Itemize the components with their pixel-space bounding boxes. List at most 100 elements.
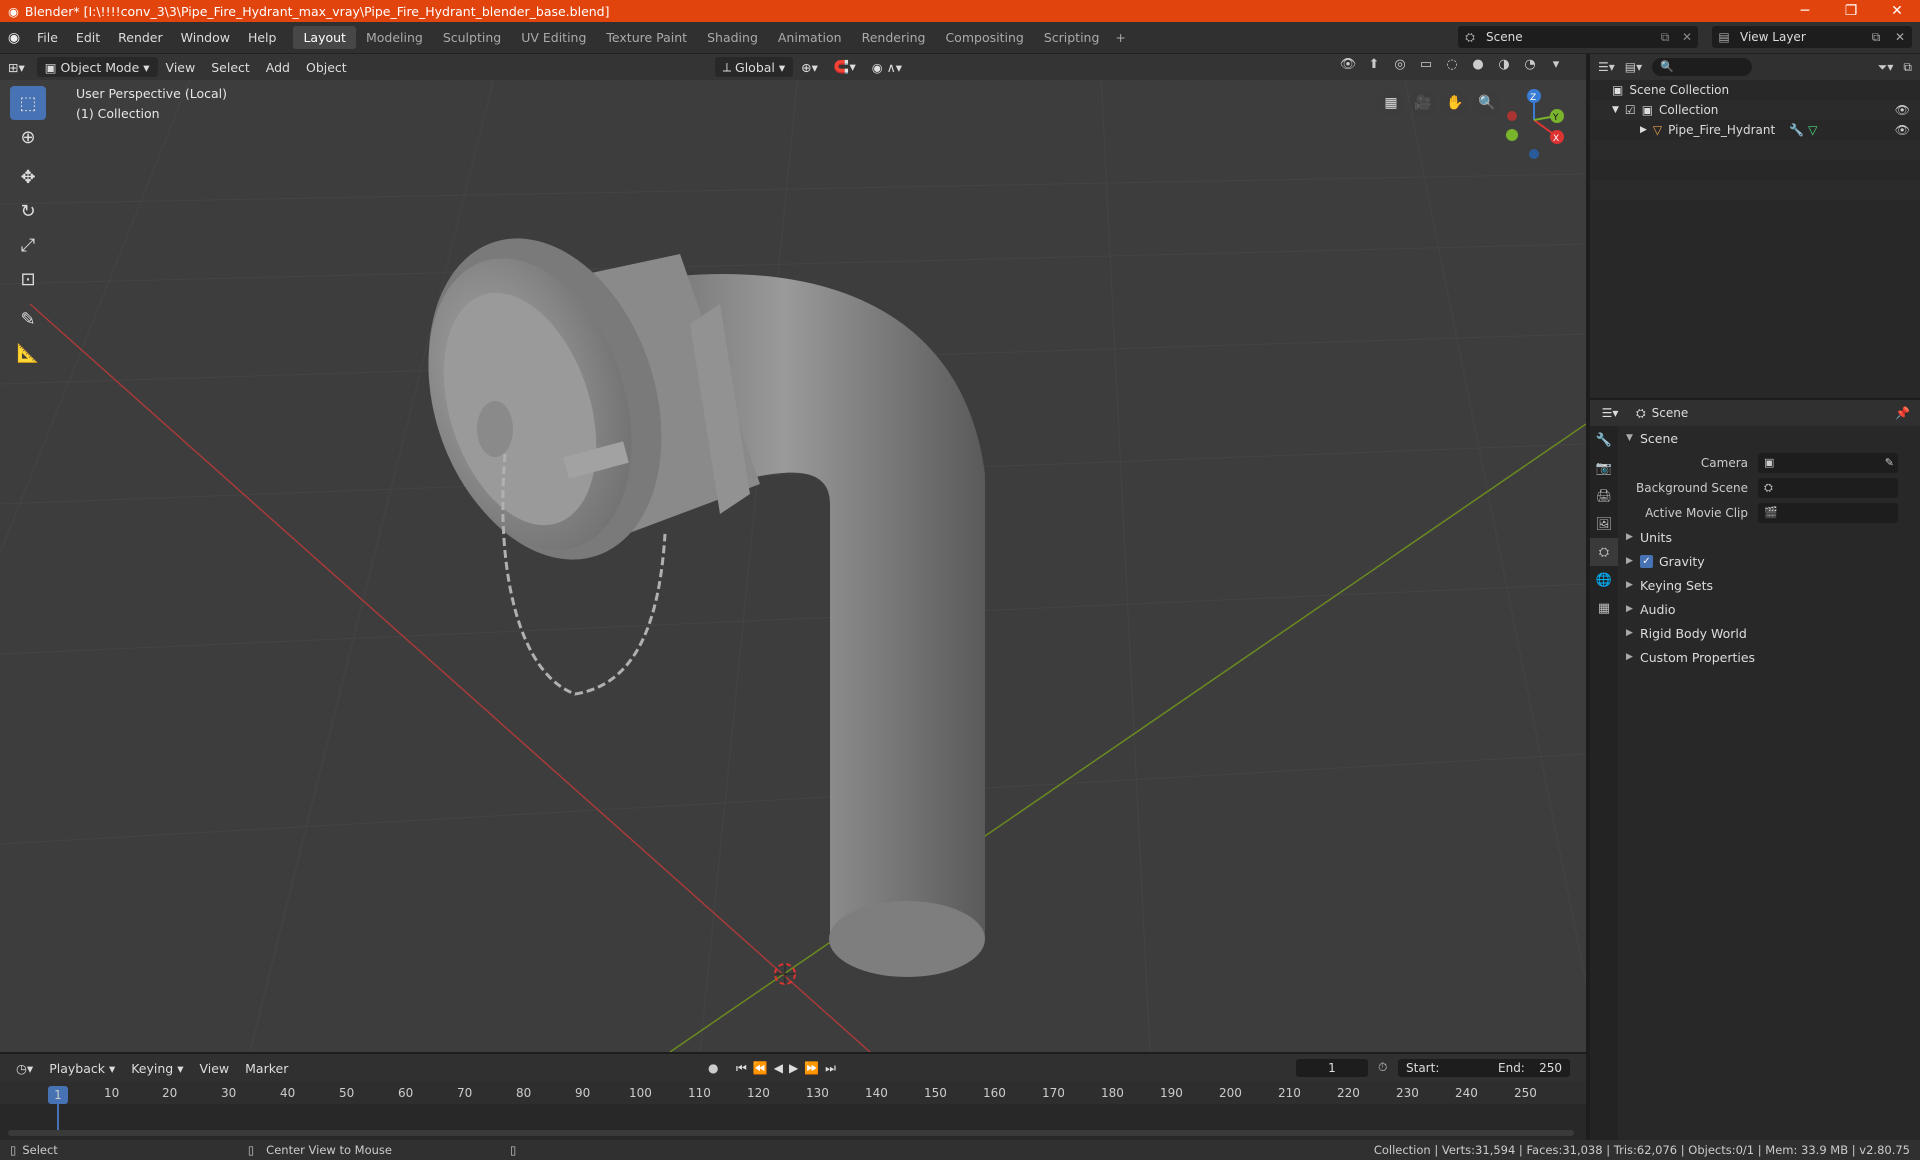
tab-sculpting[interactable]: Sculpting bbox=[433, 26, 511, 49]
pin-icon[interactable]: 📌 bbox=[1895, 406, 1910, 420]
blender-menu-icon[interactable]: ◉ bbox=[0, 30, 28, 46]
navigation-gizmo[interactable]: Z X Y bbox=[1506, 89, 1564, 159]
tool-tab-icon[interactable]: 🔧 bbox=[1590, 426, 1618, 454]
overlay-toggle-icon[interactable]: ◎ bbox=[1390, 57, 1410, 72]
rotate-tool-icon[interactable]: ↻ bbox=[10, 194, 46, 228]
menu-keying[interactable]: Keying ▾ bbox=[123, 1061, 191, 1076]
editor-type-icon[interactable]: ⊞▾ bbox=[0, 57, 33, 77]
menu-object[interactable]: Object bbox=[298, 57, 355, 77]
wireframe-shading-icon[interactable]: ◌ bbox=[1442, 57, 1462, 72]
menu-render[interactable]: Render bbox=[109, 30, 172, 45]
solid-shading-icon[interactable]: ● bbox=[1468, 57, 1488, 72]
menu-view[interactable]: View bbox=[158, 57, 204, 77]
collection-checkbox[interactable]: ☑ bbox=[1625, 103, 1636, 117]
object-visibility-icon[interactable]: 👁 bbox=[1895, 123, 1910, 137]
gravity-checkbox[interactable]: ✓ bbox=[1640, 554, 1653, 568]
visibility-icon[interactable]: 👁 bbox=[1338, 57, 1358, 72]
viewport-canvas[interactable]: Z X Y bbox=[0, 54, 1586, 1052]
pan-view-icon[interactable]: ✋ bbox=[1442, 90, 1468, 116]
menu-file[interactable]: File bbox=[28, 30, 67, 45]
menu-edit[interactable]: Edit bbox=[67, 30, 109, 45]
custom-properties-panel-header[interactable]: ▶ Custom Properties bbox=[1620, 645, 1918, 669]
transform-orientation-dropdown[interactable]: ⟂ Global ▾ bbox=[714, 57, 794, 77]
minimize-button[interactable]: ─ bbox=[1782, 0, 1828, 22]
new-scene-icon[interactable]: ⧉ bbox=[1654, 30, 1676, 45]
delete-view-layer-icon[interactable]: ✕ bbox=[1888, 30, 1912, 44]
outliner-collection-row[interactable]: ▼ ☑ ▣ Collection 👁 bbox=[1590, 100, 1920, 120]
tab-compositing[interactable]: Compositing bbox=[935, 26, 1033, 49]
modifier-icon[interactable]: 🔧 bbox=[1789, 123, 1804, 137]
world-tab-icon[interactable]: 🌐 bbox=[1590, 566, 1618, 594]
add-workspace-button[interactable]: + bbox=[1109, 26, 1131, 49]
tab-uv-editing[interactable]: UV Editing bbox=[511, 26, 596, 49]
toggle-ortho-icon[interactable]: ▦ bbox=[1378, 90, 1404, 116]
zoom-view-icon[interactable]: 🔍 bbox=[1474, 90, 1500, 116]
tab-shading[interactable]: Shading bbox=[697, 26, 768, 49]
shading-options-icon[interactable]: ▾ bbox=[1546, 57, 1566, 72]
expand-arrow-icon[interactable]: ▶ bbox=[1640, 125, 1647, 135]
tab-scripting[interactable]: Scripting bbox=[1034, 26, 1110, 49]
preview-range-icon[interactable]: ⏱ bbox=[1378, 1060, 1387, 1075]
camera-field[interactable]: ▣ ✎ bbox=[1758, 452, 1898, 473]
tab-modeling[interactable]: Modeling bbox=[356, 26, 433, 49]
outliner-search-input[interactable]: 🔍 bbox=[1652, 58, 1753, 76]
outliner-editor-icon[interactable]: ☰▾ bbox=[1598, 60, 1615, 74]
texture-tab-icon[interactable]: ▦ bbox=[1590, 594, 1618, 622]
new-collection-icon[interactable]: ⧉ bbox=[1903, 60, 1912, 75]
output-tab-icon[interactable]: 🖨 bbox=[1590, 482, 1618, 510]
keying-sets-panel-header[interactable]: ▶ Keying Sets bbox=[1620, 573, 1918, 597]
tab-texture-paint[interactable]: Texture Paint bbox=[596, 26, 697, 49]
expand-arrow-icon[interactable]: ▼ bbox=[1612, 105, 1619, 115]
menu-add[interactable]: Add bbox=[258, 57, 298, 77]
tab-rendering[interactable]: Rendering bbox=[852, 26, 936, 49]
restore-button[interactable]: ❐ bbox=[1828, 0, 1874, 22]
collection-visibility-icon[interactable]: 👁 bbox=[1895, 103, 1910, 117]
pipe-fire-hydrant-model[interactable] bbox=[389, 208, 985, 977]
units-panel-header[interactable]: ▶ Units bbox=[1620, 525, 1918, 549]
filter-icon[interactable]: ⏷▾ bbox=[1878, 60, 1894, 75]
timeline-scrollbar[interactable] bbox=[8, 1130, 1574, 1136]
gravity-panel-header[interactable]: ▶ ✓ Gravity bbox=[1620, 549, 1918, 573]
menu-playback[interactable]: Playback ▾ bbox=[41, 1061, 123, 1076]
menu-help[interactable]: Help bbox=[239, 30, 286, 45]
proportional-edit-icon[interactable]: ◉ ∧▾ bbox=[864, 57, 910, 77]
movie-clip-field[interactable]: 🎬 bbox=[1758, 502, 1898, 523]
mode-dropdown[interactable]: ▣ Object Mode ▾ bbox=[36, 57, 158, 77]
rigid-body-panel-header[interactable]: ▶ Rigid Body World bbox=[1620, 621, 1918, 645]
display-mode-icon[interactable]: ▤▾ bbox=[1625, 60, 1642, 74]
material-shading-icon[interactable]: ◑ bbox=[1494, 57, 1514, 72]
camera-view-icon[interactable]: 🎥 bbox=[1410, 90, 1436, 116]
menu-timeline-view[interactable]: View bbox=[191, 1061, 237, 1076]
snap-icon[interactable]: 🧲▾ bbox=[826, 57, 864, 77]
rendered-shading-icon[interactable]: ◔ bbox=[1520, 57, 1540, 72]
current-frame-input[interactable]: 1 bbox=[1296, 1059, 1368, 1077]
scene-selector[interactable]: ⛭ Scene ⧉ ✕ bbox=[1458, 26, 1698, 48]
transform-tool-icon[interactable]: ⊡ bbox=[10, 262, 46, 296]
3d-viewport[interactable]: Z X Y ⊞▾ ▣ Object Mode ▾ View Select Add… bbox=[0, 54, 1586, 1052]
render-tab-icon[interactable]: 📷 bbox=[1590, 454, 1618, 482]
gizmo-toggle-icon[interactable]: ⬆ bbox=[1364, 57, 1384, 72]
view-layer-selector[interactable]: ▤ View Layer ⧉ ✕ bbox=[1712, 26, 1912, 48]
close-button[interactable]: ✕ bbox=[1874, 0, 1920, 22]
outliner-scene-collection[interactable]: ▣ Scene Collection bbox=[1590, 80, 1920, 100]
record-icon[interactable]: ● bbox=[708, 1061, 718, 1075]
menu-window[interactable]: Window bbox=[172, 30, 239, 45]
scale-tool-icon[interactable]: ⤢ bbox=[10, 228, 46, 262]
new-view-layer-icon[interactable]: ⧉ bbox=[1864, 30, 1888, 45]
tab-layout[interactable]: Layout bbox=[293, 26, 356, 49]
outliner-object-row[interactable]: ▶ ▽ Pipe_Fire_Hydrant 🔧 ▽ 👁 bbox=[1590, 120, 1920, 140]
menu-marker[interactable]: Marker bbox=[237, 1061, 296, 1076]
scene-tab-icon[interactable]: ⛭ bbox=[1590, 538, 1618, 566]
menu-select[interactable]: Select bbox=[203, 57, 258, 77]
move-tool-icon[interactable]: ✥ bbox=[10, 160, 46, 194]
delete-scene-icon[interactable]: ✕ bbox=[1676, 30, 1698, 44]
scene-panel-header[interactable]: ▼ Scene bbox=[1620, 426, 1918, 450]
audio-panel-header[interactable]: ▶ Audio bbox=[1620, 597, 1918, 621]
3d-cursor-icon[interactable] bbox=[774, 963, 796, 985]
playhead[interactable]: 1 bbox=[48, 1086, 68, 1104]
select-box-icon[interactable]: ⬚ bbox=[10, 86, 46, 120]
pivot-icon[interactable]: ⊕▾ bbox=[793, 57, 826, 77]
background-scene-field[interactable]: ⛭ bbox=[1758, 477, 1898, 498]
end-frame-input[interactable]: End: 250 bbox=[1490, 1059, 1570, 1077]
annotate-tool-icon[interactable]: ✎ bbox=[10, 302, 46, 336]
